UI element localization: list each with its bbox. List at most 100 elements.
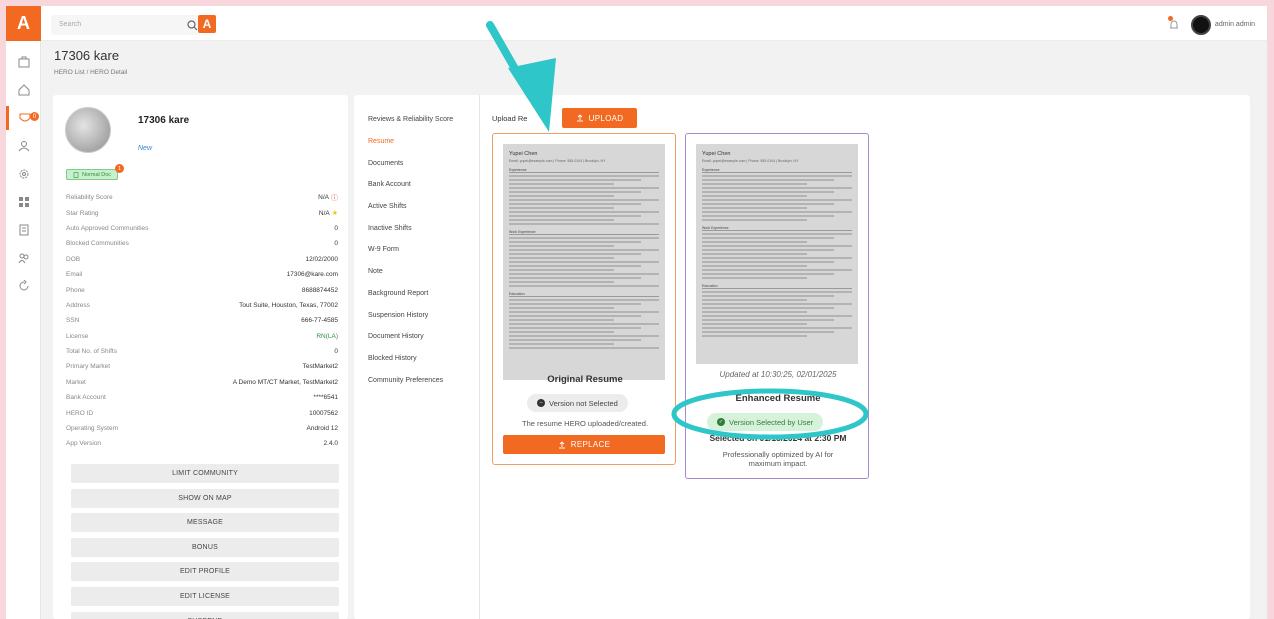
- enhanced-resume-card[interactable]: Yupei Chen Email: yupei@example.com | Pho…: [685, 133, 869, 479]
- app-frame: A 0 Search A admin admin 17306 kare HERO…: [6, 6, 1267, 619]
- resume-preview-text-line: [509, 261, 659, 263]
- profile-field-label: Reliability Score: [66, 194, 113, 202]
- hero-nav-icon[interactable]: 0: [6, 106, 41, 130]
- user-avatar[interactable]: [1191, 15, 1211, 35]
- menu-item-active-shifts[interactable]: Active Shifts: [368, 196, 468, 218]
- resume-preview-section: Work Experience: [702, 226, 852, 231]
- menu-item-blocked-history[interactable]: Blocked History: [368, 348, 468, 370]
- search-input[interactable]: Search: [51, 15, 201, 35]
- menu-item-inactive-shifts[interactable]: Inactive Shifts: [368, 217, 468, 239]
- resume-preview-text-line: [509, 311, 659, 313]
- profile-field-value: A Demo MT/CT Market, TestMarket2: [233, 379, 338, 386]
- selected-on-date: Selected on 01/15/2024 at 2:30 PM: [709, 433, 847, 443]
- profile-field-label: Primary Market: [66, 363, 111, 371]
- profile-info-list: Reliability Score N/A ⓘ Star Rating N/A ★ Auto…: [66, 190, 338, 452]
- original-resume-card[interactable]: Yupei Chen Email: yupei@example.com | Pho…: [492, 133, 676, 465]
- upload-button[interactable]: UPLOAD: [562, 108, 637, 128]
- resume-preview-text-line: [509, 253, 641, 255]
- resume-preview-text-line: [702, 327, 852, 329]
- updated-timestamp: Updated at 10:30:25, 02/01/2025: [719, 370, 837, 379]
- enhanced-resume-preview[interactable]: Yupei Chen Email: yupei@example.com | Pho…: [696, 144, 858, 364]
- home-icon[interactable]: [6, 78, 41, 102]
- message-button[interactable]: MESSAGE: [71, 513, 339, 533]
- profile-field-label: HERO ID: [66, 409, 94, 417]
- profile-field-value-text: N/A: [318, 194, 329, 202]
- resume-preview-text-line: [509, 281, 614, 283]
- profile-field-value-text: 666-77-4585: [301, 317, 338, 325]
- app-logo[interactable]: A: [6, 6, 41, 41]
- brand-logo[interactable]: A: [198, 15, 216, 33]
- menu-item-bank-account[interactable]: Bank Account: [368, 174, 468, 196]
- profile-field-value: 2.4.0: [324, 440, 338, 447]
- profile-field-value: 0: [334, 240, 338, 247]
- menu-item-document-history[interactable]: Document History: [368, 326, 468, 348]
- profile-field-value-text: RN(LA): [316, 332, 338, 340]
- profile-field-label: Auto Approved Communities: [66, 224, 149, 232]
- resume-preview-text-line: [509, 299, 659, 301]
- profile-field-row: Market A Demo MT/CT Market, TestMarket2: [66, 375, 338, 390]
- version-selected-label: Version Selected by User: [729, 417, 814, 427]
- resume-preview-section: Work Experience: [509, 230, 659, 235]
- grid-icon[interactable]: [6, 190, 41, 214]
- replace-button[interactable]: REPLACE: [503, 435, 665, 454]
- original-resume-preview[interactable]: Yupei Chen Email: yupei@example.com | Pho…: [503, 144, 665, 380]
- limit-community-button[interactable]: LIMIT COMMUNITY: [71, 464, 339, 483]
- resume-preview-text-line: [509, 237, 659, 239]
- resume-preview-section: Education: [509, 292, 659, 297]
- profile-field-value-text: 0: [334, 348, 338, 356]
- resume-preview-text-line: [509, 219, 614, 221]
- resume-preview-section: Education: [702, 284, 852, 289]
- profile-field-label: Operating System: [66, 425, 119, 433]
- menu-item-note[interactable]: Note: [368, 261, 468, 283]
- resume-preview-text-line: [509, 307, 614, 309]
- menu-item-background-report[interactable]: Background Report: [368, 283, 468, 305]
- check-circle-icon: ✓: [717, 418, 725, 426]
- info-icon[interactable]: ⓘ: [331, 193, 338, 203]
- resume-preview-name: Yupei Chen: [509, 151, 538, 157]
- breadcrumb[interactable]: HERO List / HERO Detail: [54, 69, 127, 76]
- bonus-button[interactable]: BONUS: [71, 537, 339, 557]
- resume-preview-text-line: [702, 219, 807, 221]
- user-name[interactable]: admin admin: [1215, 21, 1255, 28]
- resume-preview-text-line: [702, 195, 807, 197]
- menu-item-documents[interactable]: Documents: [368, 152, 468, 174]
- resume-preview-text-line: [702, 191, 834, 193]
- profile-field-label: License: [66, 332, 89, 340]
- profile-field-row: Star Rating N/A ★: [66, 205, 338, 220]
- resume-preview-text-line: [702, 335, 807, 337]
- profile-field-value-text: 10007562: [309, 409, 338, 417]
- edit-license-button[interactable]: EDIT LICENSE: [71, 586, 339, 606]
- search-icon[interactable]: [187, 18, 198, 36]
- suspend-button[interactable]: SUSPEND: [71, 611, 339, 619]
- resume-preview-text-line: [509, 195, 614, 197]
- show-on-map-button[interactable]: SHOW ON MAP: [71, 488, 339, 508]
- normal-doc-badge[interactable]: Normal Doc: [66, 169, 119, 180]
- resume-preview-text-line: [702, 261, 834, 263]
- resume-preview-text-line: [702, 265, 807, 267]
- menu-item-reviews-reliability-score[interactable]: Reviews & Reliability Score: [368, 109, 468, 131]
- profile-field-value-text: 0: [334, 224, 338, 232]
- minus-circle-icon: –: [537, 399, 545, 407]
- document-icon: [73, 171, 79, 178]
- resume-preview-text-line: [509, 347, 659, 349]
- document-icon[interactable]: [6, 218, 41, 242]
- detail-menu: Reviews & Reliability Score Resume Documen…: [368, 109, 468, 391]
- profile-field-label: Star Rating: [66, 209, 99, 217]
- resume-preview-text-line: [702, 311, 807, 313]
- menu-item-resume[interactable]: Resume: [368, 131, 468, 153]
- briefcase-icon[interactable]: [6, 50, 41, 74]
- refresh-icon[interactable]: [6, 274, 41, 298]
- upload-label: Upload Re: [492, 114, 528, 123]
- resume-preview-text-line: [509, 187, 659, 189]
- users-icon[interactable]: [6, 246, 41, 270]
- resume-preview-text-line: [509, 319, 614, 321]
- menu-item-suspension-history[interactable]: Suspension History: [368, 304, 468, 326]
- enhanced-resume-description: Professionally optimized by AI for maxim…: [722, 450, 834, 468]
- resume-preview-text-line: [702, 307, 834, 309]
- edit-profile-button[interactable]: EDIT PROFILE: [71, 562, 339, 582]
- resume-preview-text-line: [509, 179, 641, 181]
- gear-icon[interactable]: [6, 162, 41, 186]
- menu-item-w-9-form[interactable]: W-9 Form: [368, 239, 468, 261]
- menu-item-community-preferences[interactable]: Community Preferences: [368, 369, 468, 391]
- user-icon[interactable]: [6, 134, 41, 158]
